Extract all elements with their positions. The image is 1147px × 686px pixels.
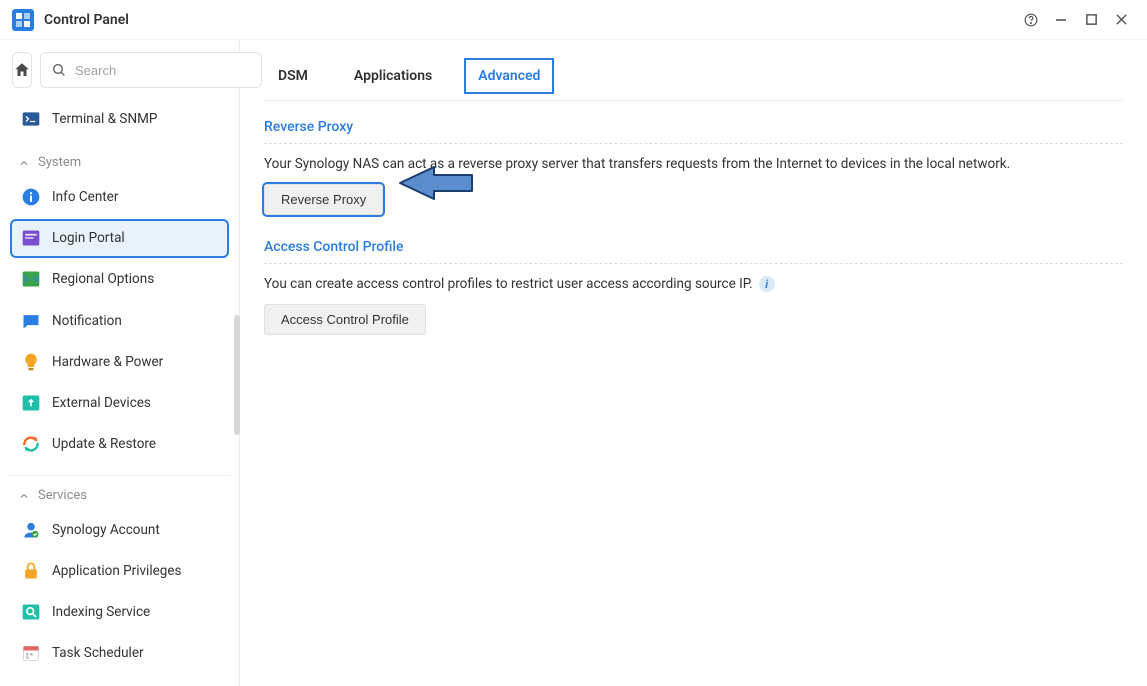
sidebar-item-label: Hardware & Power (52, 354, 163, 370)
sidebar-item-task-scheduler[interactable]: Task Scheduler (10, 634, 229, 673)
portal-icon (20, 227, 42, 249)
sidebar-item-hardware-power[interactable]: Hardware & Power (10, 342, 229, 381)
window-title: Control Panel (44, 12, 129, 28)
sidebar-item-info-center[interactable]: Info Center (10, 177, 229, 216)
search-service-icon (20, 601, 42, 623)
bulb-icon (20, 351, 42, 373)
group-label: System (38, 155, 81, 170)
search-input[interactable] (75, 63, 251, 78)
person-icon (20, 519, 42, 541)
sidebar-item-label: Notification (52, 313, 122, 329)
sidebar-item-label: Regional Options (52, 271, 154, 287)
sidebar-item-regional-options[interactable]: Regional Options (10, 260, 229, 299)
sidebar-item-indexing-service[interactable]: Indexing Service (10, 593, 229, 632)
group-label: Services (38, 488, 87, 503)
sidebar-item-label: External Devices (52, 395, 151, 411)
refresh-icon (20, 433, 42, 455)
sidebar-item-login-portal[interactable]: Login Portal (10, 219, 229, 258)
sidebar-item-notification[interactable]: Notification (10, 301, 229, 340)
sidebar-item-terminal-snmp[interactable]: Terminal & SNMP (10, 99, 229, 138)
section-title-access-control: Access Control Profile (264, 239, 1123, 255)
sidebar-item-label: Indexing Service (52, 604, 150, 620)
scrollbar[interactable] (234, 315, 240, 435)
home-button[interactable] (12, 52, 32, 88)
sidebar-item-synology-account[interactable]: Synology Account (10, 510, 229, 549)
section-title-reverse-proxy: Reverse Proxy (264, 119, 1123, 135)
titlebar: Control Panel (0, 0, 1147, 40)
info-icon[interactable]: i (759, 276, 775, 292)
sidebar-item-external-devices[interactable]: External Devices (10, 384, 229, 423)
upload-icon (20, 392, 42, 414)
help-button[interactable] (1017, 6, 1045, 34)
search-field[interactable] (40, 52, 262, 88)
sidebar-item-label: Task Scheduler (52, 645, 144, 661)
tab-advanced[interactable]: Advanced (464, 58, 554, 94)
app-icon (12, 9, 34, 31)
info-icon (20, 186, 42, 208)
sidebar-item-label: Login Portal (52, 230, 125, 246)
access-control-profile-button[interactable]: Access Control Profile (264, 304, 426, 335)
search-icon (51, 62, 67, 78)
close-button[interactable] (1107, 6, 1135, 34)
reverse-proxy-button[interactable]: Reverse Proxy (264, 184, 383, 215)
section-desc-reverse-proxy: Your Synology NAS can act as a reverse p… (264, 156, 1123, 172)
sidebar-item-update-restore[interactable]: Update & Restore (10, 425, 229, 464)
access-control-desc-text: You can create access control profiles t… (264, 276, 753, 292)
lock-icon (20, 560, 42, 582)
sidebar-item-label: Info Center (52, 189, 118, 205)
sidebar-item-label: Update & Restore (52, 436, 156, 452)
terminal-icon (20, 108, 42, 130)
message-icon (20, 310, 42, 332)
section-desc-access-control: You can create access control profiles t… (264, 276, 1123, 292)
chevron-up-icon (18, 157, 30, 169)
maximize-button[interactable] (1077, 6, 1105, 34)
main-content: DSM Applications Advanced Reverse Proxy … (240, 40, 1147, 686)
tabs: DSM Applications Advanced (264, 58, 1123, 101)
sidebar-item-label: Application Privileges (52, 563, 182, 579)
tab-applications[interactable]: Applications (340, 58, 446, 94)
group-header-system[interactable]: System (8, 143, 231, 176)
sidebar-item-application-privileges[interactable]: Application Privileges (10, 551, 229, 590)
sidebar: Terminal & SNMP System Info Center Login… (0, 40, 240, 686)
group-header-services[interactable]: Services (8, 475, 231, 509)
chevron-up-icon (18, 490, 30, 502)
calendar-icon (20, 642, 42, 664)
minimize-button[interactable] (1047, 6, 1075, 34)
tab-dsm[interactable]: DSM (264, 58, 322, 94)
globe-icon (20, 268, 42, 290)
sidebar-item-label: Synology Account (52, 522, 160, 538)
sidebar-item-label: Terminal & SNMP (52, 111, 157, 127)
